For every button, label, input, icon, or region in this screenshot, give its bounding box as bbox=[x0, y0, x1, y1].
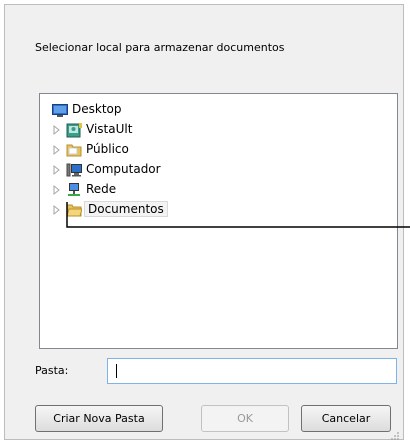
tree-item-label: Desktop bbox=[72, 102, 122, 116]
cancel-button[interactable]: Cancelar bbox=[301, 405, 391, 432]
tree-item-documentos[interactable]: Documentos bbox=[40, 200, 290, 220]
desktop-icon bbox=[52, 102, 68, 118]
expand-arrow-icon[interactable] bbox=[52, 183, 62, 197]
tree-item-publico[interactable]: Público bbox=[40, 140, 290, 160]
folder-field-label: Pasta: bbox=[35, 364, 69, 377]
tree-item-label: Rede bbox=[86, 182, 117, 196]
folder-icon bbox=[66, 202, 83, 218]
text-caret bbox=[116, 363, 117, 378]
folder-icon bbox=[66, 142, 82, 158]
network-icon bbox=[66, 182, 82, 198]
folder-name-input[interactable] bbox=[107, 358, 397, 384]
expand-arrow-icon[interactable] bbox=[52, 123, 62, 137]
expand-arrow-icon[interactable] bbox=[52, 163, 62, 177]
tree-item-desktop[interactable]: Desktop bbox=[40, 100, 290, 120]
instruction-text: Selecionar local para armazenar document… bbox=[35, 41, 285, 54]
user-folder-icon bbox=[66, 122, 82, 138]
expand-arrow-icon[interactable] bbox=[52, 143, 62, 157]
tree-item-label: Público bbox=[86, 142, 129, 156]
select-folder-dialog: Selecionar local para armazenar document… bbox=[4, 4, 404, 440]
expand-arrow-icon[interactable] bbox=[52, 203, 62, 217]
tree-item-label: Documentos bbox=[84, 201, 168, 217]
resize-grip-icon[interactable] bbox=[390, 426, 400, 440]
tree-item-rede[interactable]: Rede bbox=[40, 180, 290, 200]
computer-icon bbox=[66, 162, 82, 178]
tree-item-label: VistaUlt bbox=[86, 122, 133, 136]
new-folder-button[interactable]: Criar Nova Pasta bbox=[35, 405, 163, 432]
folder-tree[interactable]: Desktop VistaUlt Público Computador Rede… bbox=[39, 93, 398, 349]
ok-button[interactable]: OK bbox=[201, 405, 289, 432]
tree-item-label: Computador bbox=[86, 162, 161, 176]
tree-item-computador[interactable]: Computador bbox=[40, 160, 290, 180]
tree-item-vistault[interactable]: VistaUlt bbox=[40, 120, 290, 140]
